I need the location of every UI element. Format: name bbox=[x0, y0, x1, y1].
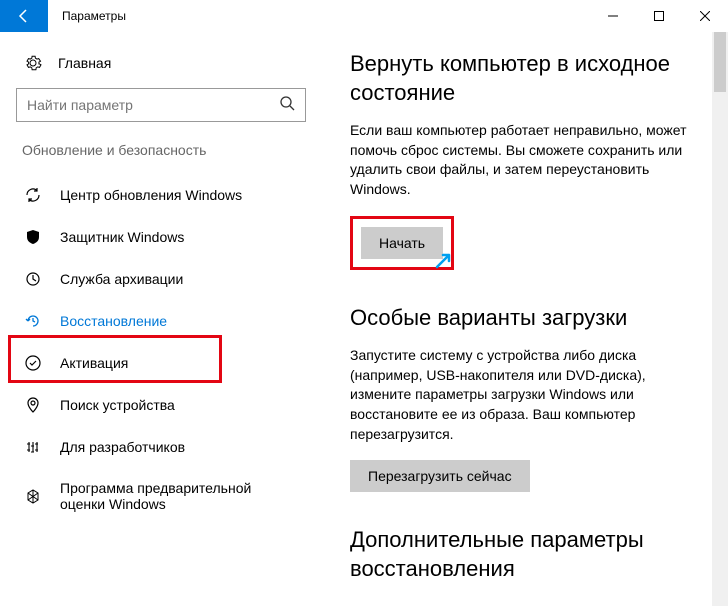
sidebar-item-label: Программа предварительной оценки Windows bbox=[60, 480, 300, 512]
main-content: Вернуть компьютер в исходное состояние Е… bbox=[340, 32, 728, 606]
check-icon bbox=[24, 354, 42, 372]
window-controls bbox=[590, 0, 728, 32]
start-button[interactable]: Начать bbox=[361, 227, 443, 259]
sidebar-item-find-device[interactable]: Поиск устройства bbox=[16, 384, 316, 426]
window-title: Параметры bbox=[62, 9, 126, 23]
sidebar-item-activation[interactable]: Активация bbox=[16, 342, 316, 384]
sidebar-item-backup[interactable]: Служба архивации bbox=[16, 258, 316, 300]
maximize-button[interactable] bbox=[636, 0, 682, 32]
backup-icon bbox=[24, 270, 42, 288]
search-box[interactable] bbox=[16, 88, 306, 122]
sidebar-item-label: Активация bbox=[60, 355, 128, 371]
back-button[interactable] bbox=[0, 0, 48, 32]
sidebar-item-label: Служба архивации bbox=[60, 271, 183, 287]
reset-title: Вернуть компьютер в исходное состояние bbox=[350, 50, 698, 107]
sidebar-item-label: Защитник Windows bbox=[60, 229, 184, 245]
sidebar-item-label: Поиск устройства bbox=[60, 397, 175, 413]
search-input[interactable] bbox=[27, 97, 279, 113]
sidebar-item-insider[interactable]: Программа предварительной оценки Windows bbox=[16, 468, 316, 524]
more-recovery-section: Дополнительные параметры восстановления bbox=[350, 526, 698, 583]
close-button[interactable] bbox=[682, 0, 728, 32]
sidebar-item-developers[interactable]: Для разработчиков bbox=[16, 426, 316, 468]
sidebar-item-label: Центр обновления Windows bbox=[60, 187, 242, 203]
restart-now-button[interactable]: Перезагрузить сейчас bbox=[350, 460, 530, 492]
developer-icon bbox=[24, 438, 42, 456]
sync-icon bbox=[24, 186, 42, 204]
home-label: Главная bbox=[58, 55, 111, 71]
scrollbar-thumb[interactable] bbox=[714, 32, 726, 92]
minimize-button[interactable] bbox=[590, 0, 636, 32]
sidebar: Главная Обновление и безопасность Центр … bbox=[0, 32, 340, 606]
titlebar: Параметры bbox=[0, 0, 728, 32]
home-link[interactable]: Главная bbox=[16, 48, 340, 88]
advanced-description: Запустите систему с устройства либо диск… bbox=[350, 346, 698, 444]
insider-icon bbox=[24, 487, 42, 505]
more-recovery-title: Дополнительные параметры восстановления bbox=[350, 526, 698, 583]
reset-section: Вернуть компьютер в исходное состояние Е… bbox=[350, 50, 698, 270]
sidebar-item-recovery[interactable]: Восстановление bbox=[16, 300, 316, 342]
sidebar-item-label: Восстановление bbox=[60, 313, 167, 329]
advanced-title: Особые варианты загрузки bbox=[350, 304, 698, 333]
advanced-startup-section: Особые варианты загрузки Запустите систе… bbox=[350, 304, 698, 493]
highlight-start-button: Начать bbox=[350, 216, 454, 270]
sidebar-item-defender[interactable]: Защитник Windows bbox=[16, 216, 316, 258]
sidebar-item-label: Для разработчиков bbox=[60, 439, 185, 455]
location-icon bbox=[24, 396, 42, 414]
gear-icon bbox=[24, 54, 42, 72]
scrollbar[interactable] bbox=[712, 32, 728, 606]
history-icon bbox=[24, 312, 42, 330]
shield-icon bbox=[24, 228, 42, 246]
section-header: Обновление и безопасность bbox=[22, 142, 340, 158]
search-icon bbox=[279, 95, 295, 116]
reset-description: Если ваш компьютер работает неправильно,… bbox=[350, 121, 698, 199]
sidebar-item-update[interactable]: Центр обновления Windows bbox=[16, 174, 316, 216]
